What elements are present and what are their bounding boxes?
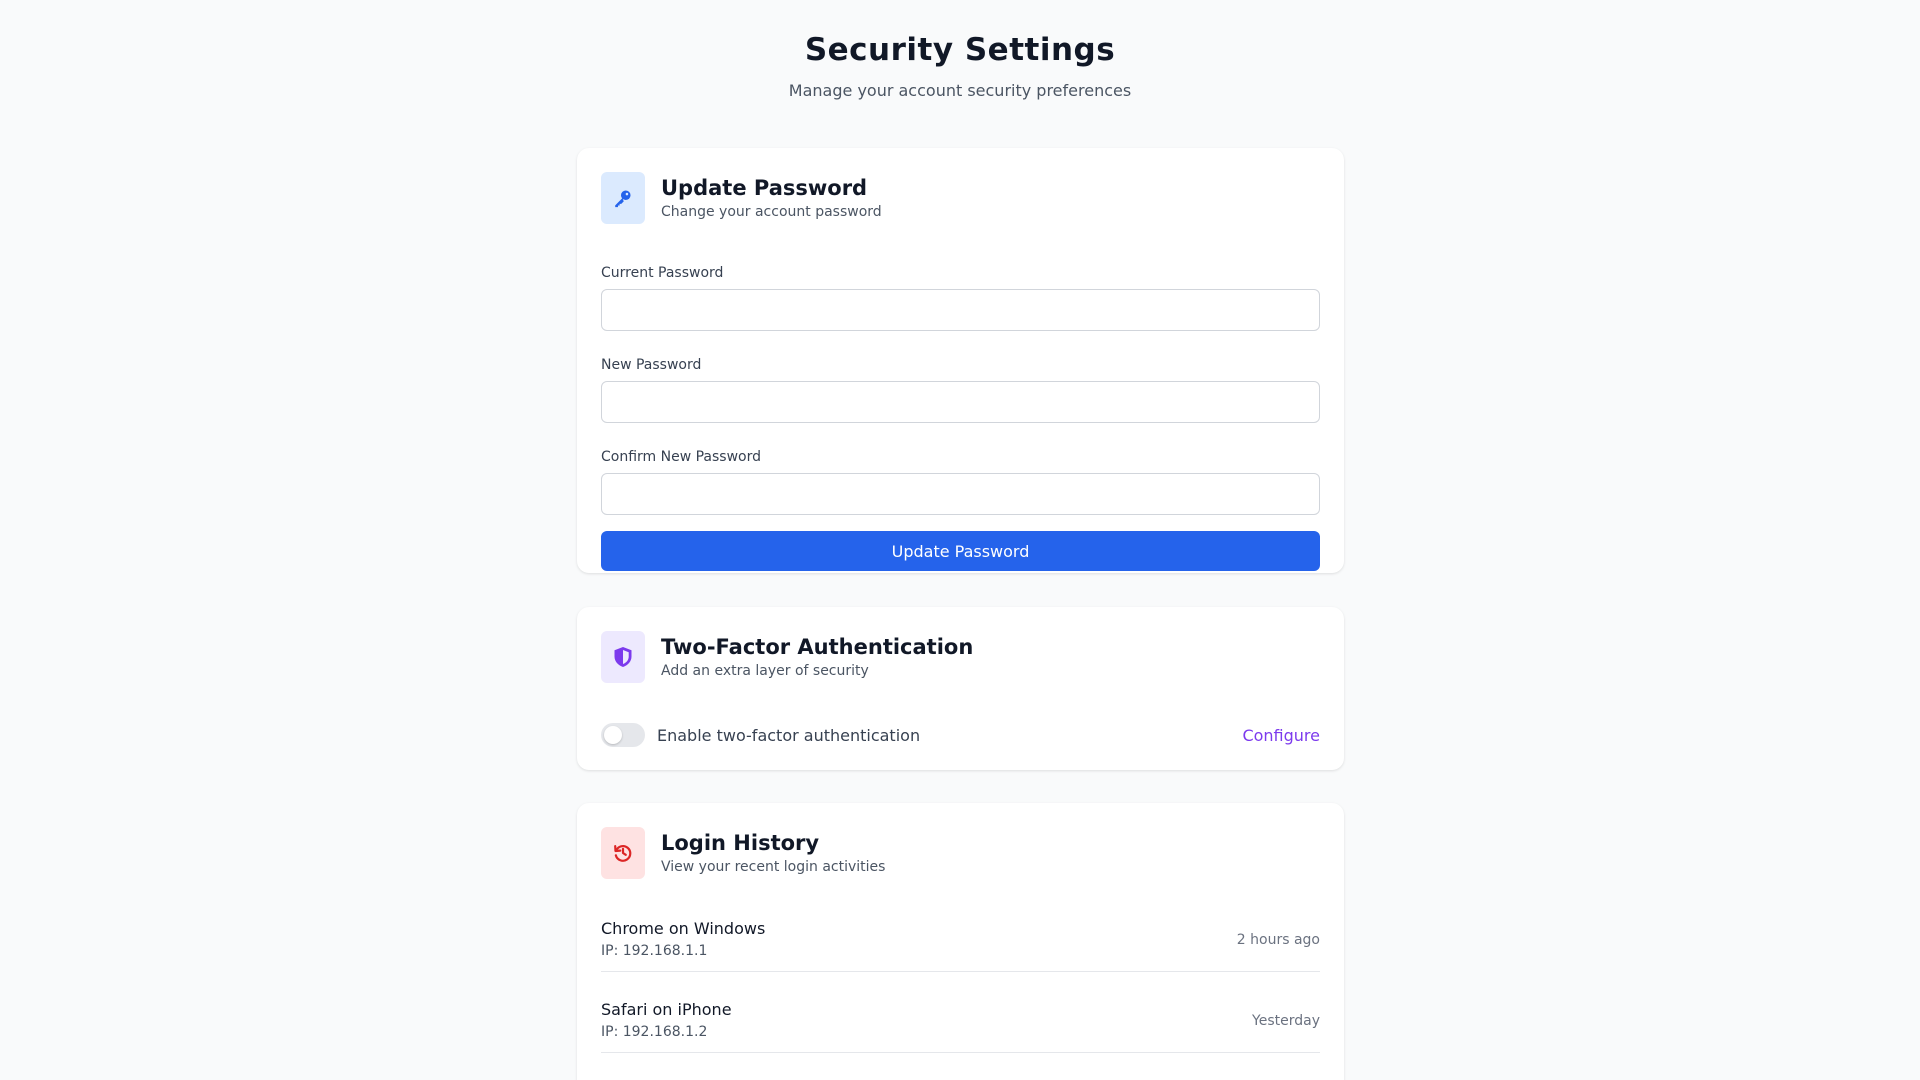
password-form: Current Password New Password Confirm Ne… <box>601 264 1320 571</box>
two-factor-toggle[interactable] <box>601 723 645 747</box>
shield-icon <box>601 631 645 683</box>
history-icon <box>601 827 645 879</box>
card-description: Add an extra layer of security <box>661 663 869 679</box>
history-ip: IP: 192.168.1.1 <box>601 943 708 959</box>
current-password-input[interactable] <box>601 289 1320 331</box>
list-item: Safari on iPhone IP: 192.168.1.2 Yesterd… <box>601 1000 1320 1053</box>
toggle-group: Enable two-factor authentication <box>601 723 920 747</box>
login-history-list: Chrome on Windows IP: 192.168.1.1 2 hour… <box>601 919 1320 1053</box>
history-time: 2 hours ago <box>1236 931 1320 948</box>
history-ip: IP: 192.168.1.2 <box>601 1024 708 1040</box>
page-subtitle: Manage your account security preferences <box>788 81 1132 100</box>
card-header: Login History View your recent login act… <box>601 827 1320 879</box>
card-title: Update Password <box>661 176 868 200</box>
list-item: Chrome on Windows IP: 192.168.1.1 2 hour… <box>601 919 1320 972</box>
history-item-details: Safari on iPhone IP: 192.168.1.2 <box>601 1000 732 1041</box>
page-title: Security Settings <box>804 32 1116 68</box>
update-password-card: Update Password Change your account pass… <box>577 148 1344 573</box>
two-factor-toggle-label: Enable two-factor authentication <box>657 725 921 745</box>
card-header: Two-Factor Authentication Add an extra l… <box>601 631 1320 683</box>
login-history-card: Login History View your recent login act… <box>577 803 1344 1080</box>
confirm-password-input[interactable] <box>601 473 1320 515</box>
new-password-label: New Password <box>601 357 702 373</box>
history-item-details: Chrome on Windows IP: 192.168.1.1 <box>601 919 765 960</box>
card-header: Update Password Change your account pass… <box>601 172 1320 224</box>
toggle-knob <box>604 726 622 744</box>
history-device: Chrome on Windows <box>601 919 766 938</box>
two-factor-toggle-row: Enable two-factor authentication Configu… <box>601 723 1320 747</box>
current-password-label: Current Password <box>601 265 724 281</box>
card-description: View your recent login activities <box>661 859 886 875</box>
security-settings-page: Security Settings Manage your account se… <box>0 0 1920 1080</box>
current-password-field: Current Password <box>601 264 1320 331</box>
confirm-password-field: Confirm New Password <box>601 448 1320 515</box>
history-time: Yesterday <box>1252 1012 1320 1029</box>
configure-link[interactable]: Configure <box>1242 726 1320 745</box>
card-description: Change your account password <box>661 204 882 220</box>
card-title: Two-Factor Authentication <box>661 635 974 659</box>
confirm-password-label: Confirm New Password <box>601 449 762 465</box>
page-header: Security Settings Manage your account se… <box>0 0 1920 101</box>
key-icon <box>601 172 645 224</box>
new-password-input[interactable] <box>601 381 1320 423</box>
update-password-button[interactable]: Update Password <box>601 531 1320 571</box>
two-factor-card: Two-Factor Authentication Add an extra l… <box>577 607 1344 770</box>
card-title: Login History <box>661 831 820 855</box>
new-password-field: New Password <box>601 356 1320 423</box>
history-device: Safari on iPhone <box>601 1000 732 1019</box>
